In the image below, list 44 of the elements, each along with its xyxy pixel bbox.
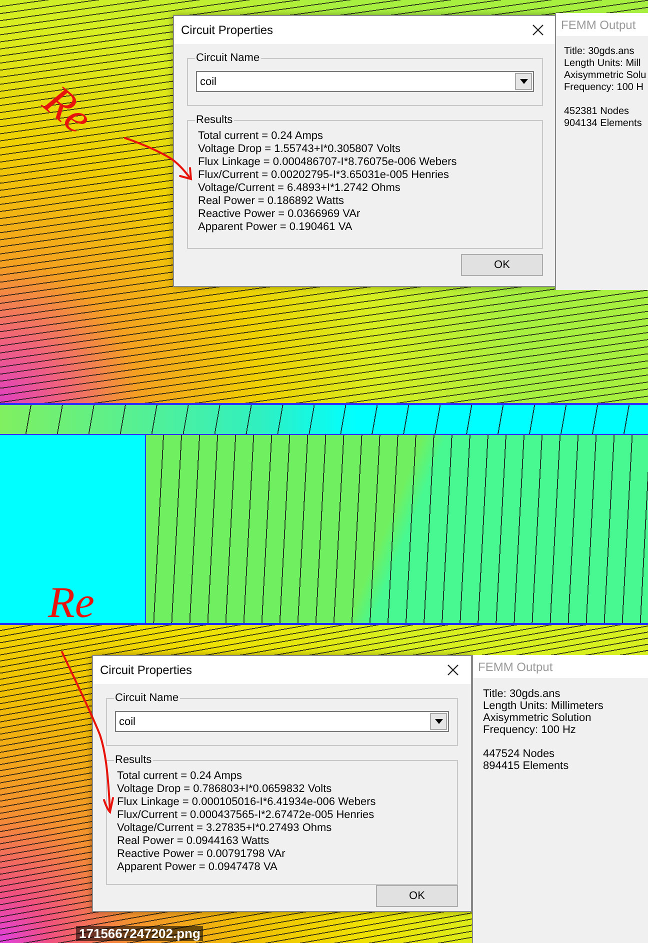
result-line: Voltage/Current = 3.27835+I*0.27493 Ohms — [117, 822, 332, 835]
result-line: Real Power = 0.186892 Watts — [198, 195, 344, 208]
window-title: FEMM Output — [556, 13, 648, 36]
annotation-arrow — [124, 137, 192, 180]
handwritten-annotation: Re — [48, 581, 94, 625]
result-line: Apparent Power = 0.190461 VA — [198, 221, 352, 234]
result-line: Voltage Drop = 0.786803+I*0.0659832 Volts — [117, 783, 332, 796]
result-line: Real Power = 0.0944163 Watts — [117, 835, 270, 848]
close-icon[interactable] — [532, 24, 544, 36]
window-title: Circuit Properties — [100, 663, 192, 677]
result-line: Apparent Power = 0.0947478 VA — [117, 861, 278, 874]
result-line: Voltage/Current = 6.4893+I*1.2742 Ohms — [198, 182, 400, 195]
result-line: Reactive Power = 0.0366969 VAr — [198, 208, 360, 221]
result-line: Total current = 0.24 Amps — [117, 770, 242, 783]
window-title: FEMM Output — [473, 655, 648, 678]
result-line: Total current = 0.24 Amps — [198, 130, 324, 143]
result-line: Flux Linkage = 0.000105016-I*6.41934e-006 Webers — [117, 796, 376, 809]
output-line: Axisymmetric Solution — [483, 712, 592, 724]
output-line: Frequency: 100 Hz — [483, 724, 576, 736]
output-line: 447524 Nodes — [483, 748, 555, 760]
output-line: Length Units: Mill — [564, 58, 641, 70]
handwritten-annotation: Re — [36, 78, 100, 142]
result-line: Flux/Current = 0.000437565-I*2.67472e-005 Henries — [117, 809, 374, 822]
result-line: Voltage Drop = 1.55743+I*0.305807 Volts — [198, 143, 400, 156]
output-line: 894415 Elements — [483, 760, 569, 772]
output-line: Title: 30gds.ans — [483, 688, 560, 700]
output-line: Frequency: 100 H — [564, 82, 644, 94]
circuit-name-dropdown[interactable]: coil — [115, 711, 449, 732]
output-line: Title: 30gds.ans — [564, 46, 634, 58]
output-line: 904134 Elements — [564, 118, 642, 130]
output-line: 452381 Nodes — [564, 106, 630, 118]
ok-button[interactable]: OK — [461, 254, 543, 276]
result-line: Flux Linkage = 0.000486707-I*8.76075e-006 Webers — [198, 156, 457, 169]
output-line: Axisymmetric Solu — [564, 70, 646, 82]
result-line: Flux/Current = 0.00202795-I*3.65031e-005 Henries — [198, 169, 450, 182]
dropdown-caret-icon[interactable] — [515, 73, 532, 90]
close-icon[interactable] — [447, 664, 459, 676]
dropdown-caret-icon[interactable] — [430, 713, 447, 730]
result-line: Reactive Power = 0.00791798 VAr — [117, 848, 286, 861]
window-title: Circuit Properties — [181, 23, 274, 37]
file-name: 1715667247202.png — [76, 926, 204, 941]
circuit-name-dropdown[interactable]: coil — [196, 71, 534, 92]
output-line: Length Units: Millimeters — [483, 700, 604, 712]
ok-button[interactable]: OK — [376, 885, 458, 907]
